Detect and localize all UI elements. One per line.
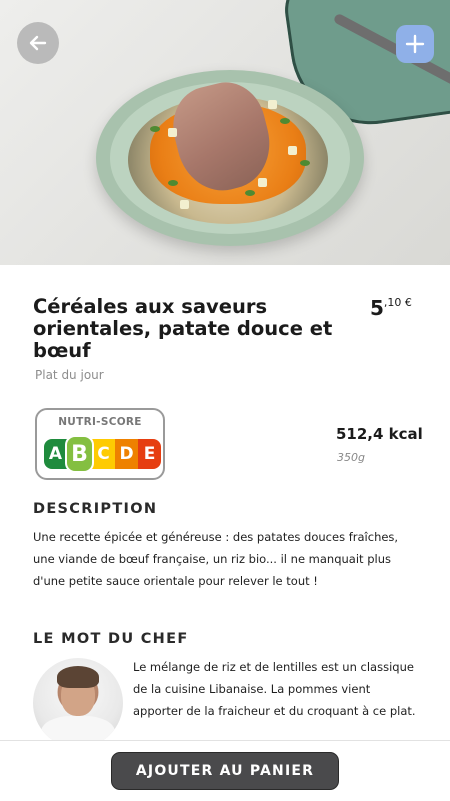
product-title: Céréales aux saveurs orientales, patate … xyxy=(33,295,333,362)
nutri-score-label: NUTRI-SCORE xyxy=(58,416,142,428)
apple-cube xyxy=(258,178,267,187)
nutri-grade-b: B xyxy=(65,435,94,473)
back-button[interactable] xyxy=(17,22,59,64)
nutri-grade-e: E xyxy=(138,439,161,469)
herb xyxy=(280,118,290,124)
herb xyxy=(150,126,160,132)
price-euros: 5 xyxy=(370,296,384,320)
apple-cube xyxy=(268,100,277,109)
apple-cube xyxy=(288,146,297,155)
chef-avatar xyxy=(33,658,123,748)
herb xyxy=(245,190,255,196)
herb xyxy=(168,180,178,186)
product-price: 5,10 € xyxy=(370,296,412,320)
apple-cube xyxy=(180,200,189,209)
add-button[interactable] xyxy=(396,25,434,63)
herb xyxy=(300,160,310,166)
portion-weight: 350g xyxy=(337,451,365,464)
chef-quote: Le mélange de riz et de lentilles est un… xyxy=(133,660,416,718)
description-heading: DESCRIPTION xyxy=(33,501,158,517)
add-to-cart-button[interactable]: AJOUTER AU PANIER xyxy=(111,752,339,790)
description-text: Une recette épicée et généreuse : des pa… xyxy=(33,530,399,588)
chef-hair xyxy=(57,666,99,688)
nutri-score-badge: NUTRI-SCORE ABCDE xyxy=(35,408,165,480)
arrow-left-icon xyxy=(29,35,47,51)
chef-heading: LE MOT DU CHEF xyxy=(33,631,189,647)
plus-icon xyxy=(405,34,425,54)
nutri-grade-c: C xyxy=(92,439,115,469)
apple-cube xyxy=(168,128,177,137)
product-category: Plat du jour xyxy=(35,368,104,382)
price-cents: ,10 € xyxy=(383,296,412,309)
nutri-grade-a: A xyxy=(44,439,67,469)
calories: 512,4 kcal xyxy=(336,425,423,443)
product-photo xyxy=(0,0,450,265)
nutri-grade-d: D xyxy=(115,439,138,469)
nutri-score-grades: ABCDE xyxy=(44,435,161,473)
